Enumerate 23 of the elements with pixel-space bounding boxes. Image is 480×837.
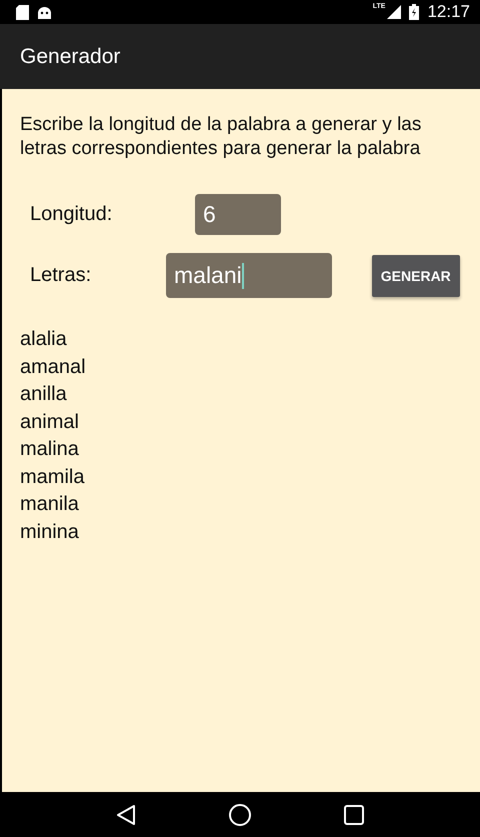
- result-word: minina: [20, 520, 80, 544]
- length-field[interactable]: 6: [195, 194, 281, 235]
- app-title: Generador: [20, 44, 120, 68]
- letters-label: Letras:: [29, 264, 92, 287]
- home-icon[interactable]: [228, 802, 252, 826]
- android-icon: [37, 6, 52, 18]
- sd-card-icon: [16, 4, 29, 20]
- generate-button[interactable]: GENERAR: [372, 254, 460, 296]
- back-icon[interactable]: [116, 804, 136, 826]
- result-word: alalia: [20, 327, 68, 352]
- result-word: malina: [20, 437, 80, 462]
- result-word: animal: [20, 410, 80, 434]
- result-word: anilla: [20, 382, 68, 407]
- battery-charging-icon: [409, 4, 420, 20]
- result-word: manila: [20, 492, 80, 517]
- instructions-text: Escribe la longitud de la palabra a generar y las letras correspondientes para generar la palabra: [20, 113, 422, 161]
- clock: 12:17: [427, 2, 470, 22]
- letters-field[interactable]: malani: [166, 253, 332, 298]
- result-word: mamila: [20, 464, 86, 490]
- signal-icon: [387, 5, 402, 19]
- result-word: amanal: [20, 354, 87, 380]
- length-label: Longitud:: [29, 203, 114, 226]
- recents-icon[interactable]: [344, 804, 364, 824]
